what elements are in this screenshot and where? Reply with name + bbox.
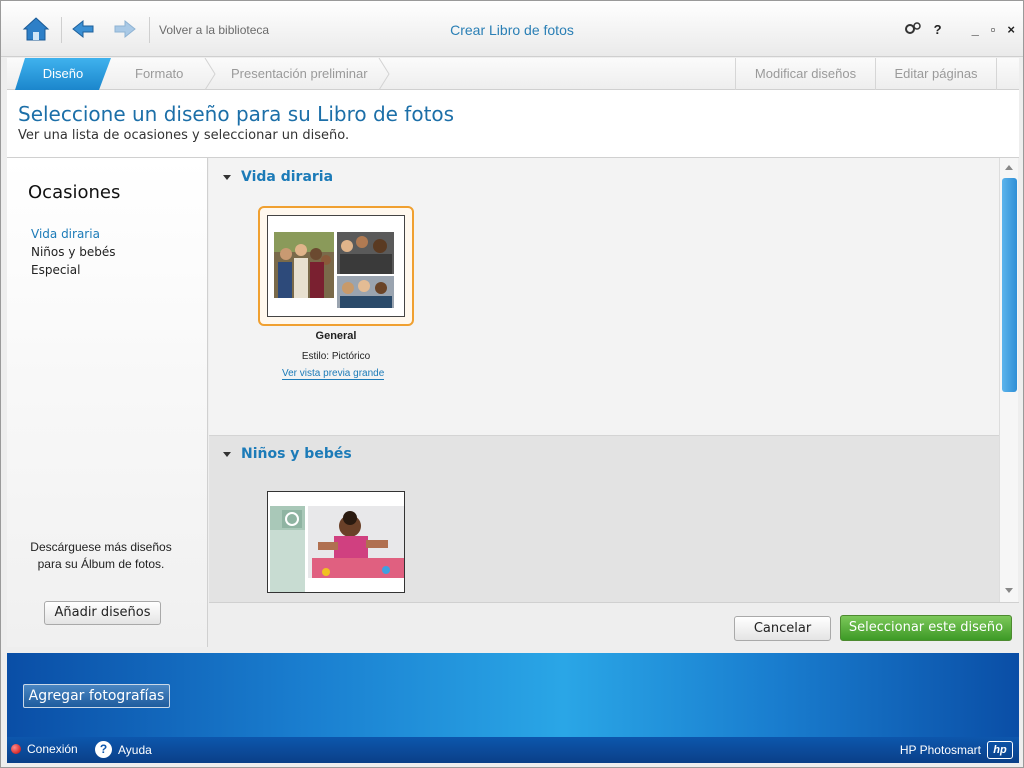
occasion-item-kids-babies[interactable]: Niños y bebés [31, 243, 116, 261]
app-window: Volver a la biblioteca Crear Libro de fo… [0, 0, 1024, 768]
window-controls: ? _ ▫ × [904, 21, 1015, 38]
design-name: General [315, 330, 357, 342]
close-button[interactable]: × [1007, 22, 1015, 37]
divider [61, 17, 62, 43]
occasions-title: Ocasiones [28, 182, 121, 203]
occasion-item-special[interactable]: Especial [31, 261, 116, 279]
back-to-library-link[interactable]: Volver a la biblioteca [159, 23, 269, 37]
chevron-right-icon [378, 58, 390, 90]
chevron-right-icon [204, 58, 216, 90]
large-preview-link[interactable]: Ver vista previa grande [282, 368, 385, 380]
page-header: Seleccione un diseño para su Libro de fo… [7, 90, 1019, 158]
tab-preview[interactable]: Presentación preliminar [231, 58, 381, 90]
collapse-triangle-icon [223, 451, 231, 457]
connection-status-icon [11, 744, 21, 754]
connection-label: Conexión [27, 742, 78, 756]
vertical-scrollbar[interactable] [999, 158, 1018, 602]
home-icon[interactable] [21, 14, 51, 44]
section-title: Vida diraria [241, 169, 334, 185]
cancel-button[interactable]: Cancelar [734, 616, 831, 641]
connection-status[interactable]: Conexión [11, 742, 78, 756]
page-title: Seleccione un diseño para su Libro de fo… [18, 102, 455, 126]
forward-arrow-icon[interactable] [110, 14, 140, 44]
occasions-list: Vida diraria Niños y bebés Especial [31, 225, 116, 279]
brand-name: HP Photosmart [899, 743, 981, 757]
tab-format[interactable]: Formato [135, 58, 205, 90]
design-style: Estilo: Pictórico [301, 351, 371, 362]
add-photos-button[interactable]: Agregar fotografías [23, 684, 170, 708]
app-title: Crear Libro de fotos [450, 22, 574, 38]
edit-pages-button[interactable]: Editar páginas [875, 58, 997, 90]
back-arrow-icon[interactable] [68, 14, 98, 44]
design-thumbnail-kids[interactable] [267, 491, 405, 593]
help-icon: ? [95, 741, 112, 758]
action-bar: Cancelar Seleccionar este diseño [209, 602, 1019, 647]
designs-list: Vida diraria General Estilo: Pictórico V… [209, 158, 999, 602]
help-link[interactable]: ? Ayuda [95, 741, 152, 758]
hp-logo-icon: hp [987, 741, 1013, 759]
scrollbar-thumb[interactable] [1002, 178, 1017, 392]
divider [149, 17, 150, 43]
title-bar: Volver a la biblioteca Crear Libro de fo… [1, 1, 1023, 57]
status-bar: Conexión ? Ayuda HP Photosmart hp [7, 737, 1019, 763]
help-button[interactable]: ? [934, 22, 942, 37]
tab-design[interactable]: Diseño [15, 58, 111, 90]
design-preview-image [267, 215, 405, 317]
help-label: Ayuda [118, 742, 152, 757]
collapse-triangle-icon [223, 174, 231, 180]
occasion-item-daily-life[interactable]: Vida diraria [31, 225, 116, 243]
scroll-up-icon[interactable] [1005, 165, 1013, 170]
gears-icon[interactable] [904, 21, 922, 38]
download-more-text: Descárguese más diseños para su Álbum de… [30, 540, 172, 571]
minimize-button[interactable]: _ [972, 22, 979, 37]
section-header-daily-life[interactable]: Vida diraria [223, 169, 333, 185]
section-title: Niños y bebés [241, 446, 352, 462]
section-header-kids-babies[interactable]: Niños y bebés [223, 446, 352, 462]
group-photo-collage [268, 216, 404, 316]
photo-tray: Agregar fotografías [7, 653, 1019, 737]
design-thumbnail-general[interactable] [258, 206, 414, 326]
add-designs-button[interactable]: Añadir diseños [44, 601, 161, 625]
scroll-down-icon[interactable] [1005, 588, 1013, 593]
page-subtitle: Ver una lista de ocasiones y seleccionar… [18, 128, 350, 143]
step-tabs: Diseño Formato Presentación preliminar M… [7, 58, 1019, 90]
baby-photo-preview [268, 492, 404, 592]
select-design-button[interactable]: Seleccionar este diseño [840, 615, 1012, 641]
brand-logo: HP Photosmart hp [900, 741, 1013, 759]
occasions-panel: Ocasiones Vida diraria Niños y bebés Esp… [7, 158, 208, 647]
restore-button[interactable]: ▫ [991, 22, 996, 37]
modify-designs-button[interactable]: Modificar diseños [735, 58, 875, 90]
